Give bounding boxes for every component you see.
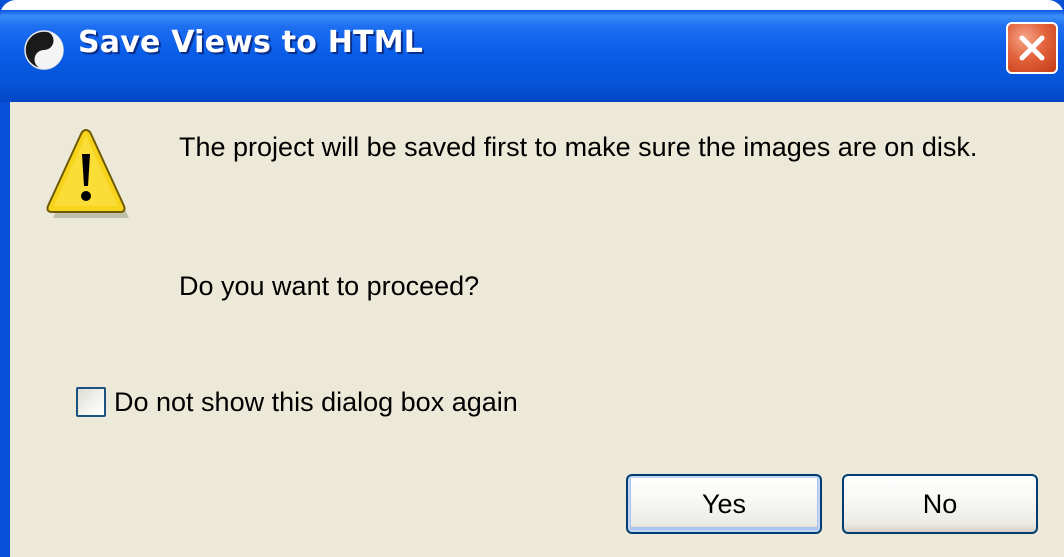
dialog-body: The project will be saved first to make …	[10, 102, 1064, 557]
dialog-window: Save Views to HTML The project will be s…	[0, 0, 1064, 557]
yin-yang-icon	[24, 30, 64, 70]
window-title: Save Views to HTML	[78, 25, 424, 60]
dialog-message: The project will be saved first to make …	[179, 132, 978, 162]
title-bar[interactable]: Save Views to HTML	[0, 0, 1064, 102]
do-not-show-again-checkbox[interactable]: Do not show this dialog box again	[76, 382, 518, 422]
close-button[interactable]	[1006, 22, 1058, 74]
checkbox-box[interactable]	[76, 387, 106, 417]
checkbox-label[interactable]: Do not show this dialog box again	[114, 387, 518, 418]
yes-button[interactable]: Yes	[626, 474, 822, 534]
close-icon	[1019, 35, 1045, 61]
warning-icon	[42, 124, 130, 224]
no-button[interactable]: No	[842, 474, 1038, 534]
dialog-question: Do you want to proceed?	[179, 271, 480, 301]
